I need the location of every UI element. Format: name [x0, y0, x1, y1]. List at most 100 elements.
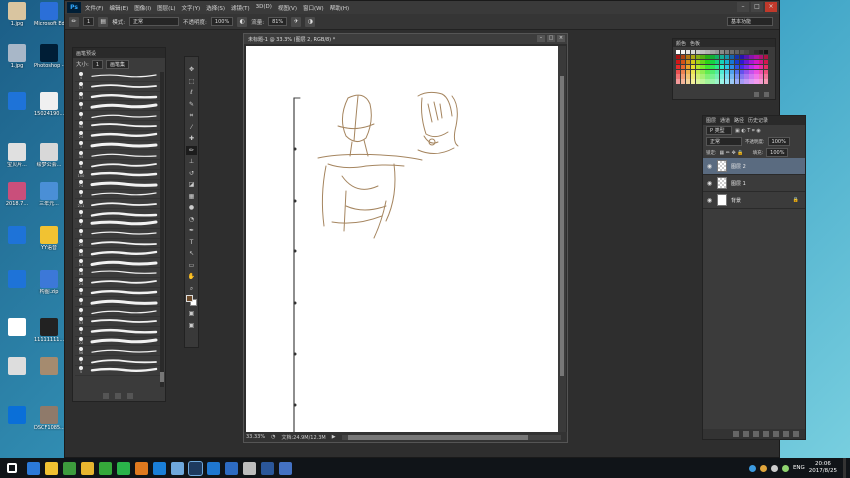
swatch[interactable] — [705, 79, 710, 84]
blend-mode-select[interactable]: 正常 — [706, 137, 742, 146]
brush-preset-row[interactable]: 7 — [75, 307, 161, 317]
flow-input[interactable]: 81% — [268, 17, 288, 26]
desktop-icon[interactable]: 绘梦公会... — [34, 143, 64, 168]
filter-icons[interactable]: ▣ ◐ T ⌗ ◉ — [735, 128, 761, 134]
fx-icon[interactable] — [743, 431, 749, 437]
swatch[interactable] — [676, 69, 681, 74]
eye-icon[interactable]: ◉ — [706, 197, 713, 204]
swatch[interactable] — [749, 69, 754, 74]
desktop-icon[interactable]: 11111111... — [34, 318, 64, 343]
tab-channels[interactable]: 通道 — [720, 117, 730, 124]
brush-preset-row[interactable]: 3 — [75, 140, 161, 151]
brush-preset-row[interactable]: 11 — [75, 258, 161, 268]
swatch[interactable] — [749, 64, 754, 69]
monitor-icon[interactable] — [171, 461, 184, 475]
swatch[interactable] — [705, 59, 710, 65]
swatch[interactable] — [724, 69, 730, 74]
desktop-icon[interactable]: Microsoft Ed... — [34, 2, 64, 27]
swatch[interactable] — [764, 69, 769, 74]
doc-close-button[interactable]: × — [557, 35, 565, 42]
desktop-icon[interactable]: YY语音 — [34, 226, 64, 251]
tab-swatches[interactable]: 色板 — [690, 40, 700, 47]
menu-item[interactable]: 滤镜(T) — [231, 4, 250, 12]
gradient-tool-icon[interactable]: ▦ — [186, 192, 197, 202]
swatch[interactable] — [676, 74, 681, 79]
mask-icon[interactable] — [753, 431, 759, 437]
color-swatches[interactable] — [186, 295, 197, 307]
player-icon[interactable] — [135, 461, 148, 475]
swatch[interactable] — [759, 69, 764, 74]
desktop-icon[interactable] — [2, 357, 32, 376]
history-brush-tool-icon[interactable]: ↺ — [186, 169, 197, 179]
marquee-tool-icon[interactable]: ⬚ — [186, 77, 197, 87]
swatch[interactable] — [759, 79, 764, 84]
swatch[interactable] — [764, 54, 769, 60]
brush-preset-row[interactable]: 56 — [75, 346, 161, 357]
swatch[interactable] — [744, 64, 749, 69]
brush-preset-row[interactable]: 3 — [75, 189, 161, 200]
lasso-tool-icon[interactable]: ℓ — [186, 88, 197, 98]
menu-item[interactable]: 文件(F) — [85, 4, 103, 12]
swatch[interactable] — [729, 50, 735, 55]
kuaikan-icon[interactable] — [153, 461, 166, 475]
app-wechat-icon[interactable] — [99, 461, 112, 475]
swatch[interactable] — [676, 59, 681, 65]
layer-row[interactable]: ◉ 图层 1 — [703, 175, 805, 192]
brush-preset-row[interactable]: 95 — [75, 121, 161, 131]
swatch[interactable] — [720, 69, 725, 74]
swatch[interactable] — [739, 59, 744, 65]
airbrush-icon[interactable]: ✈ — [291, 16, 302, 27]
swatch[interactable] — [700, 74, 705, 79]
swatch[interactable] — [720, 64, 725, 69]
eyedropper-tool-icon[interactable]: ⁄ — [186, 123, 197, 133]
swatch[interactable] — [734, 69, 739, 74]
swatch[interactable] — [690, 59, 695, 65]
swatch[interactable] — [720, 50, 725, 55]
swatch[interactable] — [749, 79, 754, 84]
brush-preset-row[interactable]: 3 — [75, 356, 161, 366]
app-u-icon[interactable] — [207, 461, 220, 475]
lock-icons[interactable]: ▦ ✏ ✥ 🔒 — [720, 150, 744, 156]
shape-tool-icon[interactable]: ▭ — [186, 261, 197, 271]
swatch[interactable] — [724, 59, 730, 65]
swatch[interactable] — [690, 50, 695, 55]
app-chat-icon[interactable] — [117, 461, 130, 475]
menu-item[interactable]: 编辑(E) — [109, 4, 128, 12]
show-desktop-button[interactable] — [843, 458, 846, 478]
swatch[interactable] — [680, 74, 686, 79]
brush-preset-name[interactable]: 画笔集 — [106, 59, 130, 69]
menu-item[interactable]: 窗口(W) — [303, 4, 324, 12]
swatch[interactable] — [710, 64, 715, 69]
brush-preset-row[interactable]: 7 — [75, 111, 161, 121]
swatch[interactable] — [764, 59, 769, 65]
swatch[interactable] — [720, 74, 725, 79]
swatch[interactable] — [695, 74, 700, 79]
swatch[interactable] — [739, 74, 744, 79]
brush-preset-row[interactable]: 4 — [75, 327, 161, 337]
brush-preset-row[interactable]: 9 — [75, 287, 161, 298]
network-icon[interactable] — [748, 464, 756, 472]
swatch[interactable] — [754, 54, 759, 60]
swatch[interactable] — [685, 74, 691, 79]
swatch[interactable] — [764, 79, 769, 84]
layer-opacity-input[interactable]: 100% — [767, 137, 790, 146]
swatch[interactable] — [690, 69, 695, 74]
shield-icon[interactable] — [781, 464, 789, 472]
menu-item[interactable]: 图层(L) — [157, 4, 175, 12]
menu-item[interactable]: 3D(D) — [256, 4, 272, 12]
swatch[interactable] — [700, 50, 705, 55]
tab-brush-presets[interactable]: 画笔预设 — [76, 50, 96, 57]
swatch[interactable] — [710, 69, 715, 74]
menu-item[interactable]: 文字(Y) — [182, 4, 201, 12]
brush-preset-row[interactable]: 211 — [75, 199, 161, 210]
swatch[interactable] — [739, 54, 744, 60]
brush-preset-row[interactable]: 22 — [75, 336, 161, 347]
swatch[interactable] — [715, 79, 720, 84]
brush-tool-icon[interactable]: ✏ — [69, 16, 79, 27]
brush-list-scrollbar[interactable] — [160, 72, 164, 387]
swatch[interactable] — [739, 50, 744, 55]
swatch[interactable] — [680, 64, 686, 69]
swatch[interactable] — [729, 79, 735, 84]
new-brush-icon[interactable] — [115, 393, 121, 399]
swatch[interactable] — [754, 79, 759, 84]
